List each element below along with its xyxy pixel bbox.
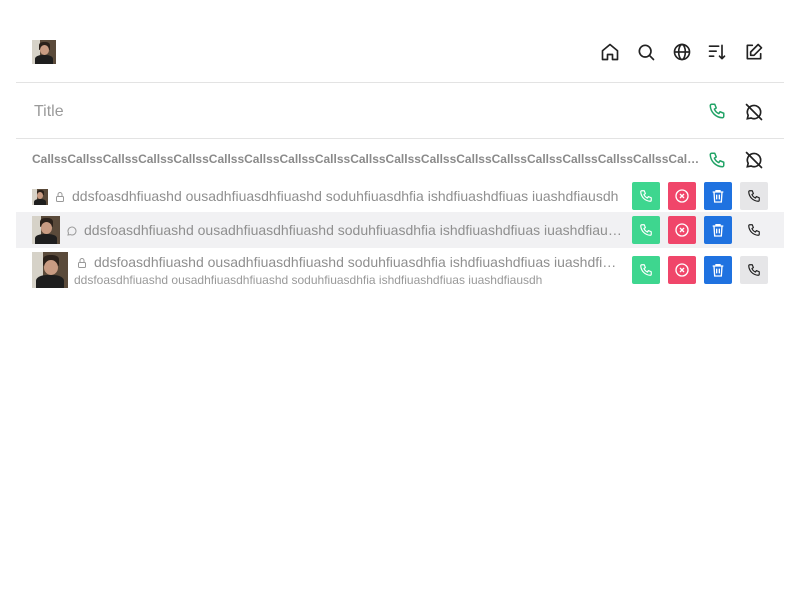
avatar	[32, 216, 60, 244]
answer-button[interactable]	[632, 216, 660, 244]
title-bar	[16, 83, 784, 139]
phone-icon[interactable]	[708, 151, 728, 171]
title-input[interactable]	[32, 99, 636, 125]
sort-icon[interactable]	[707, 42, 727, 62]
decline-button[interactable]	[668, 256, 696, 284]
item-subtitle: ddsfoasdhfiuashd ousadhfiuasdhfiuashd so…	[74, 273, 543, 287]
item-title: ddsfoasdhfiuashd ousadhfiuasdhfiuashd so…	[72, 188, 619, 204]
answer-button[interactable]	[632, 256, 660, 284]
call-button[interactable]	[740, 216, 768, 244]
list-item[interactable]: ddsfoasdhfiuashd ousadhfiuasdhfiuashd so…	[16, 250, 784, 290]
user-avatar[interactable]	[32, 40, 56, 64]
delete-button[interactable]	[704, 216, 732, 244]
delete-button[interactable]	[704, 256, 732, 284]
list-item[interactable]: ddsfoasdhfiuashd ousadhfiuasdhfiuashd so…	[16, 212, 784, 248]
chat-bubble-icon	[66, 224, 78, 236]
calls-label: CallssCallssCallssCallssCallssCallssCall…	[32, 152, 702, 166]
call-button[interactable]	[740, 182, 768, 210]
globe-icon[interactable]	[672, 42, 692, 62]
call-button[interactable]	[740, 256, 768, 284]
answer-button[interactable]	[632, 182, 660, 210]
item-title: ddsfoasdhfiuashd ousadhfiuasdhfiuashd so…	[94, 254, 624, 270]
phone-icon[interactable]	[708, 102, 728, 122]
avatar	[32, 189, 48, 205]
app-header	[16, 20, 784, 83]
lock-icon	[54, 190, 66, 202]
edit-icon[interactable]	[744, 42, 764, 62]
avatar	[32, 252, 68, 288]
lock-icon	[76, 256, 88, 268]
delete-button[interactable]	[704, 182, 732, 210]
home-icon[interactable]	[600, 42, 620, 62]
search-icon[interactable]	[636, 42, 656, 62]
calls-row[interactable]: CallssCallssCallssCallssCallssCallssCall…	[16, 148, 784, 172]
item-title: ddsfoasdhfiuashd ousadhfiuasdhfiuashd so…	[84, 222, 624, 238]
no-message-icon[interactable]	[744, 150, 764, 170]
decline-button[interactable]	[668, 216, 696, 244]
no-message-icon[interactable]	[744, 102, 764, 122]
list-item[interactable]: ddsfoasdhfiuashd ousadhfiuasdhfiuashd so…	[16, 180, 784, 212]
decline-button[interactable]	[668, 182, 696, 210]
